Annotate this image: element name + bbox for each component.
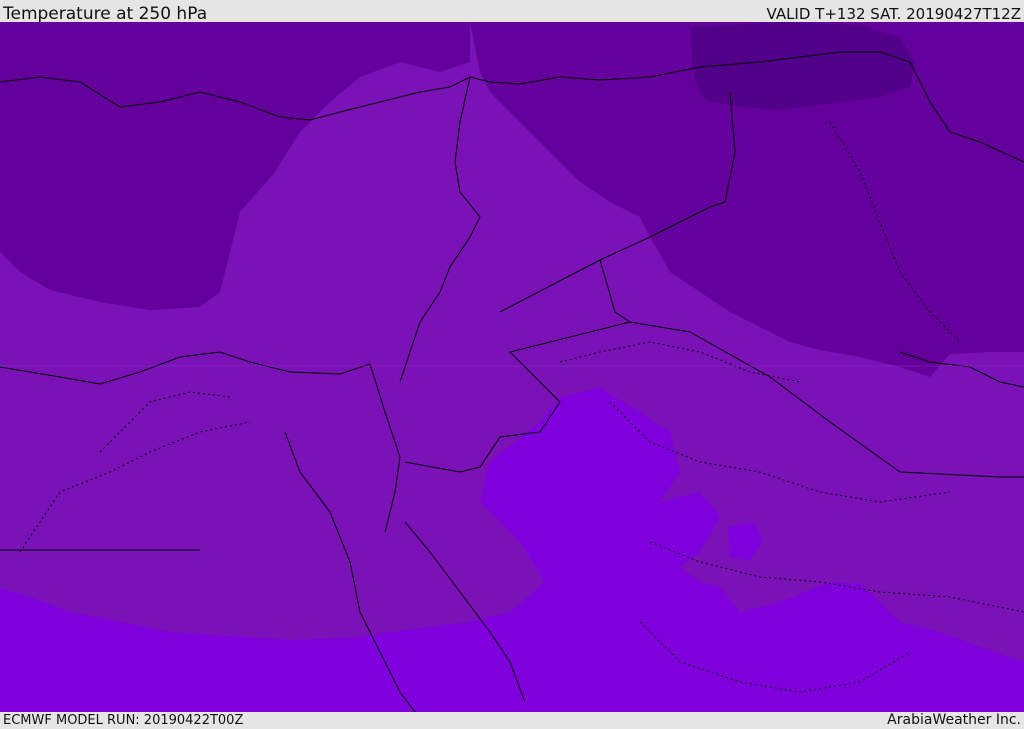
footer-bar: ECMWF MODEL RUN: 20190422T00Z ArabiaWeat… xyxy=(0,712,1024,729)
map-view[interactable] xyxy=(0,22,1024,712)
header-bar: Temperature at 250 hPa VALID T+132 SAT. … xyxy=(0,0,1024,24)
forecast-map-screen: Temperature at 250 hPa VALID T+132 SAT. … xyxy=(0,0,1024,729)
credit-label: ArabiaWeather Inc. xyxy=(887,712,1021,728)
model-run-label: ECMWF MODEL RUN: 20190422T00Z xyxy=(3,713,244,728)
temperature-map-svg xyxy=(0,22,1024,712)
